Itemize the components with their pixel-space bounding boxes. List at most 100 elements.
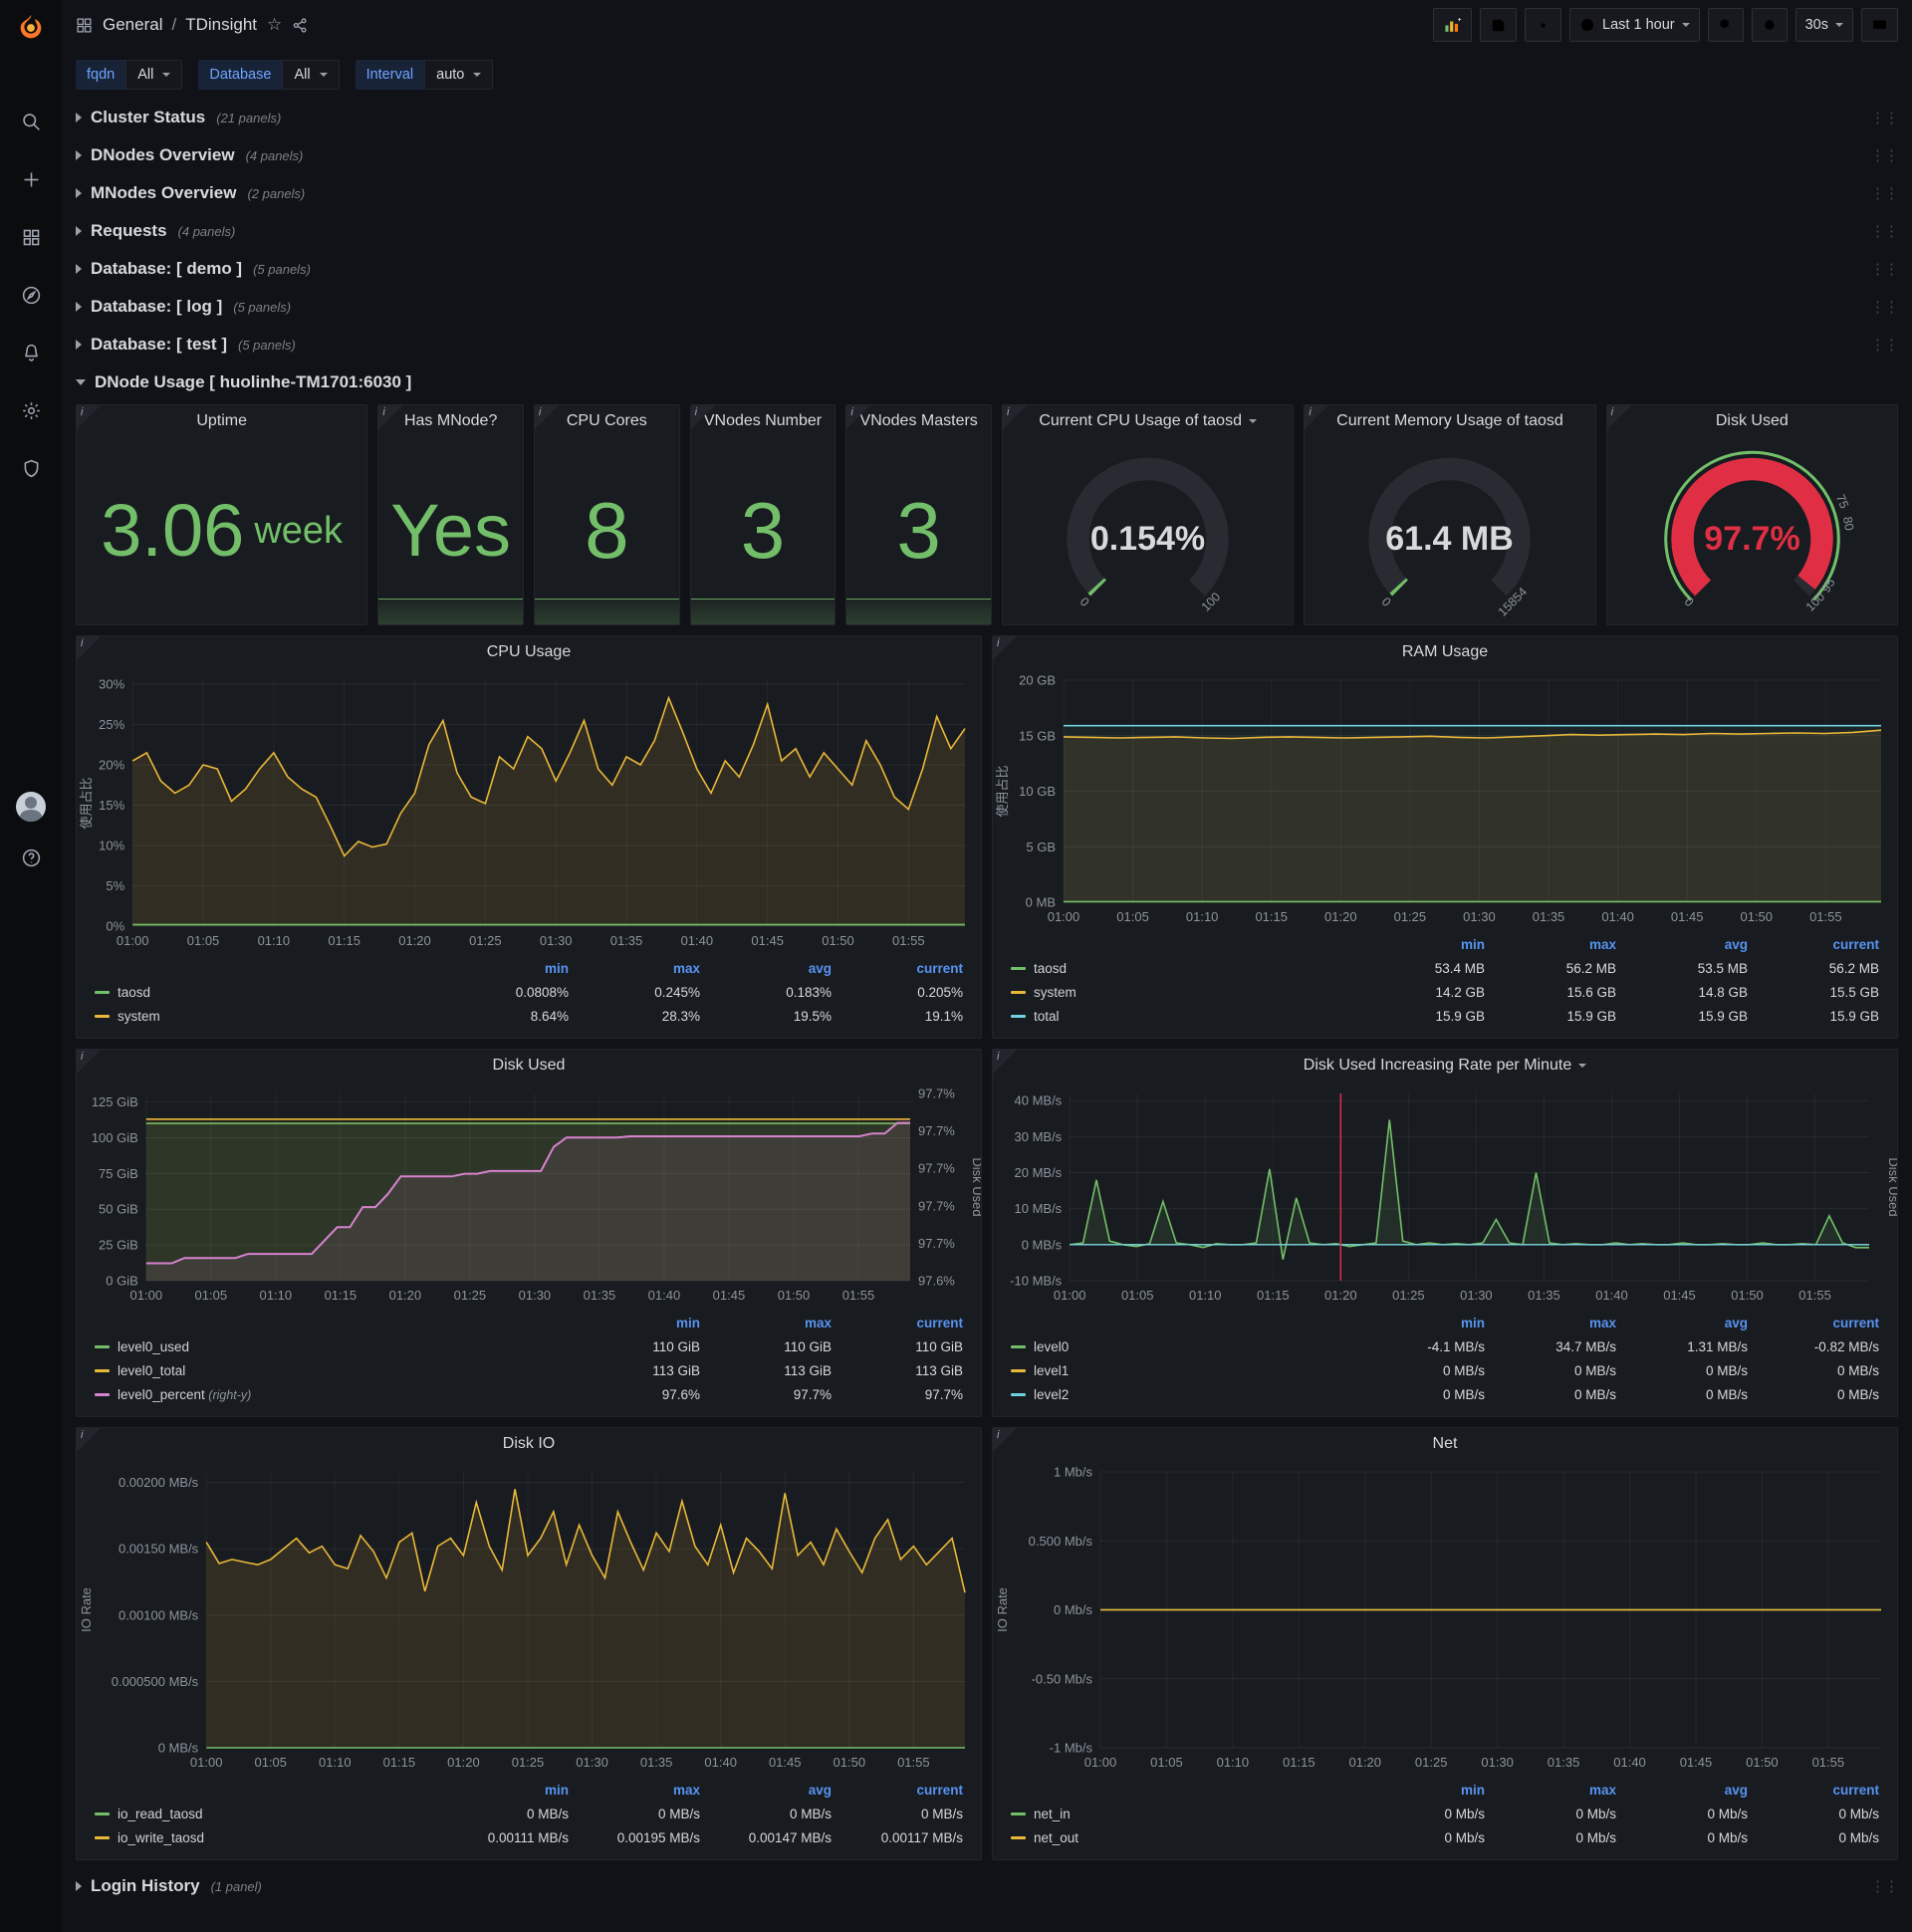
refresh-button[interactable]: [1751, 8, 1788, 42]
panel-info-icon[interactable]: i: [378, 405, 403, 429]
panel-title[interactable]: Current Memory Usage of taosd: [1305, 405, 1594, 437]
panel-info-icon[interactable]: i: [535, 405, 559, 429]
legend-series-name[interactable]: total: [1005, 1004, 1359, 1028]
dashboard-settings-button[interactable]: [1525, 8, 1562, 42]
legend-series-name[interactable]: level2: [1005, 1382, 1359, 1406]
row-drag-handle[interactable]: ⋮⋮: [1870, 1877, 1899, 1895]
row-login-history[interactable]: Login History (1 panel) ⋮⋮: [76, 1870, 1899, 1902]
refresh-interval-picker[interactable]: 30s: [1794, 8, 1853, 42]
panel-title[interactable]: Disk Used: [1607, 405, 1897, 437]
panel-info-icon[interactable]: i: [993, 1050, 1017, 1074]
row-database-log[interactable]: Database: [ log ] (5 panels) ⋮⋮: [76, 291, 1899, 323]
panel-info-icon[interactable]: i: [77, 405, 101, 429]
net-chart[interactable]: -1 Mb/s -0.50 Mb/s 0 Mb/s 0.500 Mb/s 1 Mb/s 0…: [993, 1460, 1897, 1776]
panel-info-icon[interactable]: i: [1606, 405, 1631, 429]
row-cluster-status[interactable]: Cluster Status (21 panels) ⋮⋮: [76, 102, 1899, 133]
ram-usage-chart[interactable]: 0 MB 5 GB 10 GB 15 GB 20 GB 01:00 01:05 01:10 01…: [993, 668, 1897, 930]
cycle-view-mode-button[interactable]: [1861, 8, 1898, 42]
legend-col-max[interactable]: max: [1491, 1311, 1622, 1334]
panel-info-icon[interactable]: i: [846, 405, 871, 429]
legend-col-current[interactable]: current: [837, 956, 969, 980]
legend-col-max[interactable]: max: [1491, 1778, 1622, 1802]
row-drag-handle[interactable]: ⋮⋮: [1870, 109, 1899, 126]
legend-col-current[interactable]: current: [837, 1311, 969, 1334]
panel-info-icon[interactable]: i: [77, 1428, 101, 1452]
row-drag-handle[interactable]: ⋮⋮: [1870, 298, 1899, 316]
breadcrumb-folder[interactable]: General: [103, 15, 162, 35]
panel-info-icon[interactable]: i: [1003, 405, 1027, 429]
legend-col-current[interactable]: current: [837, 1778, 969, 1802]
configuration-gear-icon[interactable]: [13, 392, 49, 428]
share-icon[interactable]: [292, 17, 309, 34]
panel-title[interactable]: Current CPU Usage of taosd: [1003, 405, 1293, 437]
row-drag-handle[interactable]: ⋮⋮: [1870, 336, 1899, 354]
variable-fqdn-label[interactable]: fqdn: [76, 60, 126, 90]
legend-col-min[interactable]: min: [575, 1311, 706, 1334]
legend-series-name[interactable]: level0_percent (right-y): [89, 1382, 575, 1406]
legend-series-name[interactable]: io_read_taosd: [89, 1802, 443, 1825]
legend-series-name[interactable]: taosd: [1005, 956, 1359, 980]
disk-rate-chart[interactable]: -10 MB/s 0 MB/s 10 MB/s 20 MB/s 30 MB/s 40 MB…: [993, 1082, 1897, 1309]
variable-database-label[interactable]: Database: [198, 60, 283, 90]
row-dnode-usage[interactable]: DNode Usage [ huolinhe-TM1701:6030 ]: [76, 366, 1898, 398]
legend-col-max[interactable]: max: [706, 1311, 837, 1334]
explore-compass-icon[interactable]: [13, 277, 49, 313]
legend-series-name[interactable]: system: [1005, 980, 1359, 1004]
panel-info-icon[interactable]: i: [77, 636, 101, 660]
grafana-logo[interactable]: [0, 0, 62, 56]
help-icon[interactable]: [13, 840, 49, 875]
disk-io-chart[interactable]: 0 MB/s 0.000500 MB/s 0.00100 MB/s 0.00150 M…: [77, 1460, 981, 1776]
save-dashboard-button[interactable]: [1480, 8, 1518, 42]
legend-col-current[interactable]: current: [1754, 1778, 1885, 1802]
row-mnodes-overview[interactable]: MNodes Overview (2 panels) ⋮⋮: [76, 177, 1899, 209]
panel-title[interactable]: RAM Usage: [993, 636, 1897, 668]
row-database-demo[interactable]: Database: [ demo ] (5 panels) ⋮⋮: [76, 253, 1899, 285]
legend-col-avg[interactable]: avg: [706, 956, 837, 980]
legend-series-name[interactable]: system: [89, 1004, 443, 1028]
legend-col-min[interactable]: min: [1359, 1778, 1491, 1802]
zoom-out-button[interactable]: [1707, 8, 1744, 42]
panel-title[interactable]: Net: [993, 1428, 1897, 1460]
legend-col-current[interactable]: current: [1754, 932, 1885, 956]
legend-col-avg[interactable]: avg: [1622, 1311, 1754, 1334]
panel-title[interactable]: Disk IO: [77, 1428, 981, 1460]
row-drag-handle[interactable]: ⋮⋮: [1870, 222, 1899, 240]
legend-col-min[interactable]: min: [443, 956, 575, 980]
panel-info-icon[interactable]: i: [993, 636, 1017, 660]
admin-shield-icon[interactable]: [13, 450, 49, 486]
legend-series-name[interactable]: taosd: [89, 980, 443, 1004]
panel-title[interactable]: Disk Used Increasing Rate per Minute: [993, 1050, 1897, 1082]
variable-interval-value[interactable]: auto: [424, 60, 494, 90]
add-panel-button[interactable]: [1433, 8, 1473, 42]
disk-used-chart[interactable]: 0 GiB 25 GiB 50 GiB 75 GiB 100 GiB 125 GiB 01:…: [77, 1082, 981, 1309]
row-drag-handle[interactable]: ⋮⋮: [1870, 260, 1899, 278]
legend-series-name[interactable]: io_write_taosd: [89, 1825, 443, 1849]
row-drag-handle[interactable]: ⋮⋮: [1870, 184, 1899, 202]
legend-series-name[interactable]: net_out: [1005, 1825, 1359, 1849]
panel-info-icon[interactable]: i: [1305, 405, 1329, 429]
create-plus-icon[interactable]: [13, 161, 49, 197]
row-dnodes-overview[interactable]: DNodes Overview (4 panels) ⋮⋮: [76, 139, 1899, 171]
dashboards-icon[interactable]: [13, 219, 49, 255]
variable-interval-label[interactable]: Interval: [355, 60, 425, 90]
legend-col-min[interactable]: min: [443, 1778, 575, 1802]
variable-database-value[interactable]: All: [282, 60, 340, 90]
star-icon[interactable]: ☆: [267, 15, 282, 35]
alerting-bell-icon[interactable]: [13, 335, 49, 370]
panel-info-icon[interactable]: i: [993, 1428, 1017, 1452]
legend-col-max[interactable]: max: [1491, 932, 1622, 956]
panel-info-icon[interactable]: i: [690, 405, 715, 429]
legend-series-name[interactable]: level0_used: [89, 1334, 575, 1358]
row-drag-handle[interactable]: ⋮⋮: [1870, 146, 1899, 164]
search-icon[interactable]: [13, 104, 49, 139]
legend-col-avg[interactable]: avg: [706, 1778, 837, 1802]
panel-info-icon[interactable]: i: [77, 1050, 101, 1074]
legend-col-max[interactable]: max: [575, 956, 706, 980]
legend-series-name[interactable]: level0: [1005, 1334, 1359, 1358]
legend-col-current[interactable]: current: [1754, 1311, 1885, 1334]
row-database-test[interactable]: Database: [ test ] (5 panels) ⋮⋮: [76, 329, 1899, 361]
legend-col-avg[interactable]: avg: [1622, 1778, 1754, 1802]
panel-title[interactable]: Uptime: [77, 405, 366, 437]
legend-col-min[interactable]: min: [1359, 1311, 1491, 1334]
user-avatar[interactable]: [16, 792, 46, 822]
